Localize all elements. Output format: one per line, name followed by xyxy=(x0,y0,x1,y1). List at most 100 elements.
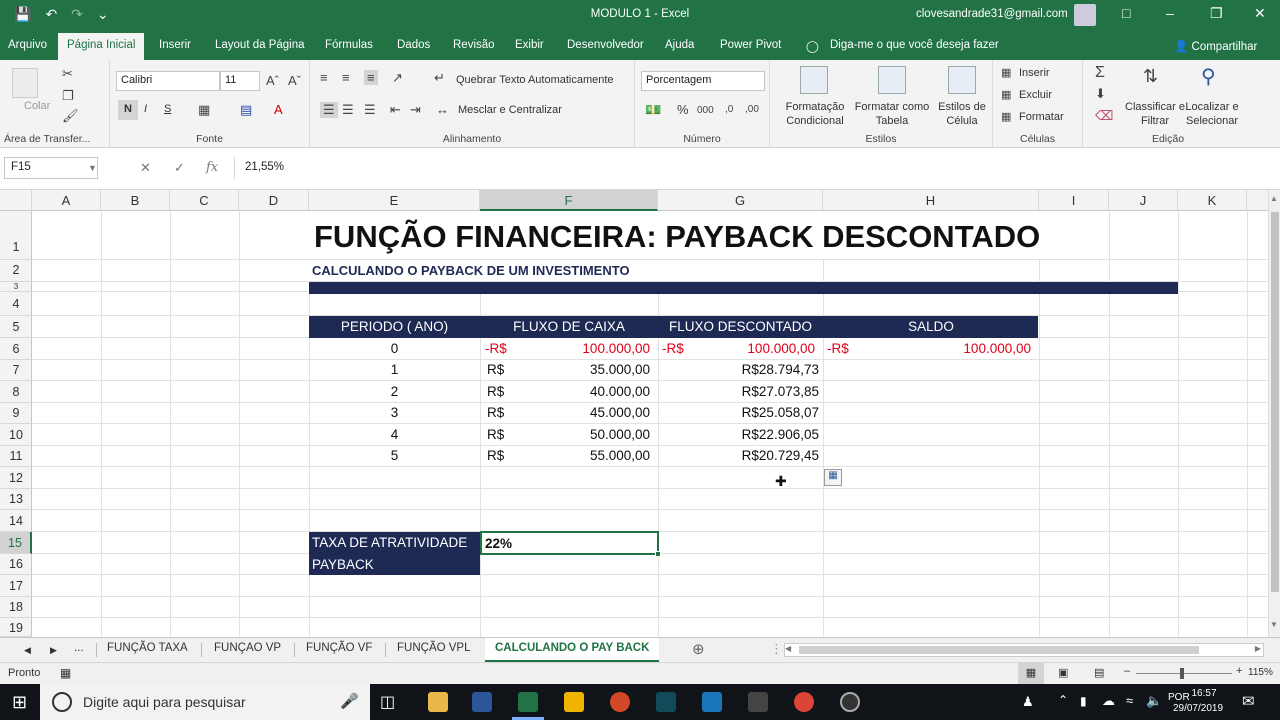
name-box[interactable]: F15 xyxy=(4,157,98,179)
period-cell[interactable]: 1 xyxy=(309,362,480,377)
zoom-in-icon[interactable]: + xyxy=(1236,665,1242,677)
row-header[interactable]: 4 xyxy=(0,292,32,316)
orientation-icon[interactable]: ↗ xyxy=(392,70,403,86)
merge-icon[interactable]: ↔ xyxy=(436,102,449,117)
sheet-tab[interactable]: FUNÇÃO VF xyxy=(306,642,372,654)
column-header-i[interactable]: I xyxy=(1039,190,1109,211)
fill-icon[interactable]: ⬇ xyxy=(1095,86,1106,102)
conditional-format-button[interactable]: Formatação Condicional xyxy=(774,100,856,128)
fill-color-icon[interactable]: ▤ xyxy=(240,102,252,118)
font-color-icon[interactable]: A xyxy=(274,102,283,117)
cut-icon[interactable]: ✂ xyxy=(62,66,73,82)
sheet-tab[interactable]: FUNÇÃO TAXA xyxy=(107,642,188,654)
tab-exibir[interactable]: Exibir xyxy=(515,39,544,51)
hscroll-left-icon[interactable]: ◀ xyxy=(785,644,791,653)
horizontal-scrollbar[interactable]: ◀ ▶ xyxy=(784,643,1264,657)
column-header-e[interactable]: E xyxy=(309,190,480,211)
italic-button[interactable]: I xyxy=(144,103,147,115)
number-format-select[interactable]: Porcentagem xyxy=(641,71,765,91)
copy-icon[interactable]: ❐ xyxy=(62,88,74,104)
period-cell[interactable]: 4 xyxy=(309,427,480,442)
borders-icon[interactable]: ▦ xyxy=(198,102,210,118)
grow-font-icon[interactable]: Aˆ xyxy=(266,73,279,88)
minimize-icon[interactable]: – xyxy=(1166,5,1174,21)
column-header-g[interactable]: G xyxy=(658,190,823,211)
column-header-d[interactable]: D xyxy=(239,190,309,211)
close-icon[interactable]: ✕ xyxy=(1254,5,1266,22)
font-name-select[interactable]: Calibri xyxy=(116,71,220,91)
restore-icon[interactable]: ❐ xyxy=(1210,5,1223,22)
taskbar-search[interactable]: Digite aqui para pesquisar 🎤 xyxy=(40,684,370,720)
cash-flow-cell[interactable]: 35.000,00 xyxy=(480,362,650,377)
tab-inserir[interactable]: Inserir xyxy=(159,39,191,51)
formula-input[interactable]: 21,55% xyxy=(234,157,1274,179)
sheet-tab[interactable]: FUNÇÃO VPL xyxy=(397,642,471,654)
row-header[interactable]: 8 xyxy=(0,381,32,403)
zoom-out-icon[interactable]: – xyxy=(1124,665,1130,677)
avatar[interactable] xyxy=(1074,4,1096,26)
align-top-icon[interactable]: ≡ xyxy=(320,70,328,85)
clock-date[interactable]: 29/07/2019 xyxy=(1168,703,1228,714)
select-all-corner[interactable] xyxy=(0,190,32,211)
hscroll-right-icon[interactable]: ▶ xyxy=(1255,644,1261,653)
percent-icon[interactable]: % xyxy=(677,102,689,117)
row-header[interactable]: 11 xyxy=(0,446,32,467)
font-size-select[interactable]: 11 xyxy=(220,71,260,91)
page-break-view-icon[interactable]: ▤ xyxy=(1094,666,1104,679)
clear-icon[interactable]: ⌫ xyxy=(1095,108,1113,124)
increase-indent-icon[interactable]: ⇥ xyxy=(410,102,421,118)
row-header[interactable]: 1 xyxy=(0,211,32,260)
excel-icon[interactable] xyxy=(518,692,538,712)
row-header[interactable]: 9 xyxy=(0,403,32,424)
app-icon[interactable] xyxy=(840,692,860,712)
tab-power-pivot[interactable]: Power Pivot xyxy=(720,39,781,51)
tab-formulas[interactable]: Fórmulas xyxy=(325,39,373,51)
tab-desenvolvedor[interactable]: Desenvolvedor xyxy=(567,39,644,51)
file-explorer-icon[interactable] xyxy=(428,692,448,712)
cancel-icon[interactable]: ✕ xyxy=(140,160,151,176)
period-cell[interactable]: 3 xyxy=(309,405,480,420)
notifications-icon[interactable]: ✉ xyxy=(1242,692,1255,710)
increase-decimal-icon[interactable]: ,0 xyxy=(725,104,733,115)
row-header[interactable]: 15 xyxy=(0,532,32,554)
word-icon[interactable] xyxy=(472,692,492,712)
discounted-flow-cell[interactable]: R$27.073,85 xyxy=(658,384,819,399)
page-layout-view-icon[interactable]: ▣ xyxy=(1058,666,1068,679)
find-select-button[interactable]: Localizar e Selecionar xyxy=(1179,100,1245,128)
discounted-flow-cell[interactable]: 100.000,00 xyxy=(658,341,815,356)
row-header[interactable]: 19 xyxy=(0,618,32,637)
row-header[interactable]: 12 xyxy=(0,467,32,489)
period-cell[interactable]: 0 xyxy=(309,341,480,356)
format-table-button[interactable]: Formatar como Tabela xyxy=(852,100,932,128)
column-header-f[interactable]: F xyxy=(480,190,658,211)
discounted-flow-cell[interactable]: R$28.794,73 xyxy=(658,362,819,377)
period-cell[interactable]: 5 xyxy=(309,448,480,463)
discounted-flow-cell[interactable]: R$20.729,45 xyxy=(658,448,819,463)
cash-flow-cell[interactable]: 55.000,00 xyxy=(480,448,650,463)
merge-center-button[interactable]: Mesclar e Centralizar xyxy=(458,104,562,116)
tab-pagina-inicial[interactable]: Página Inicial xyxy=(58,33,145,60)
tab-ajuda[interactable]: Ajuda xyxy=(665,39,694,51)
share-button[interactable]: 👤 Compartilhar xyxy=(1174,39,1257,53)
insert-cells-button[interactable]: Inserir xyxy=(1019,67,1050,79)
align-center-icon[interactable]: ☰ xyxy=(342,102,354,118)
cash-flow-cell[interactable]: 100.000,00 xyxy=(480,341,650,356)
currency-icon[interactable]: 💵 xyxy=(645,102,661,118)
column-header-h[interactable]: H xyxy=(823,190,1039,211)
row-header[interactable]: 10 xyxy=(0,424,32,446)
macro-record-icon[interactable]: ▦ xyxy=(60,666,71,680)
tab-dados[interactable]: Dados xyxy=(397,39,430,51)
column-header-j[interactable]: J xyxy=(1109,190,1178,211)
wifi-icon[interactable]: ≈ xyxy=(1126,693,1133,708)
autosum-icon[interactable]: Σ xyxy=(1095,64,1105,82)
wrap-text-icon[interactable]: ↵ xyxy=(434,70,445,86)
tab-next-icon[interactable]: ▶ xyxy=(50,645,57,656)
more-options-icon[interactable]: ⋮ xyxy=(770,641,783,657)
tab-prev-icon[interactable]: ◀ xyxy=(24,645,31,656)
zoom-slider[interactable] xyxy=(1136,673,1232,674)
cash-flow-cell[interactable]: 40.000,00 xyxy=(480,384,650,399)
delete-cells-button[interactable]: Excluir xyxy=(1019,89,1052,101)
tab-layout[interactable]: Layout da Página xyxy=(215,39,305,51)
saldo-cell[interactable]: 100.000,00 xyxy=(823,341,1031,356)
shrink-font-icon[interactable]: Aˇ xyxy=(288,73,301,88)
